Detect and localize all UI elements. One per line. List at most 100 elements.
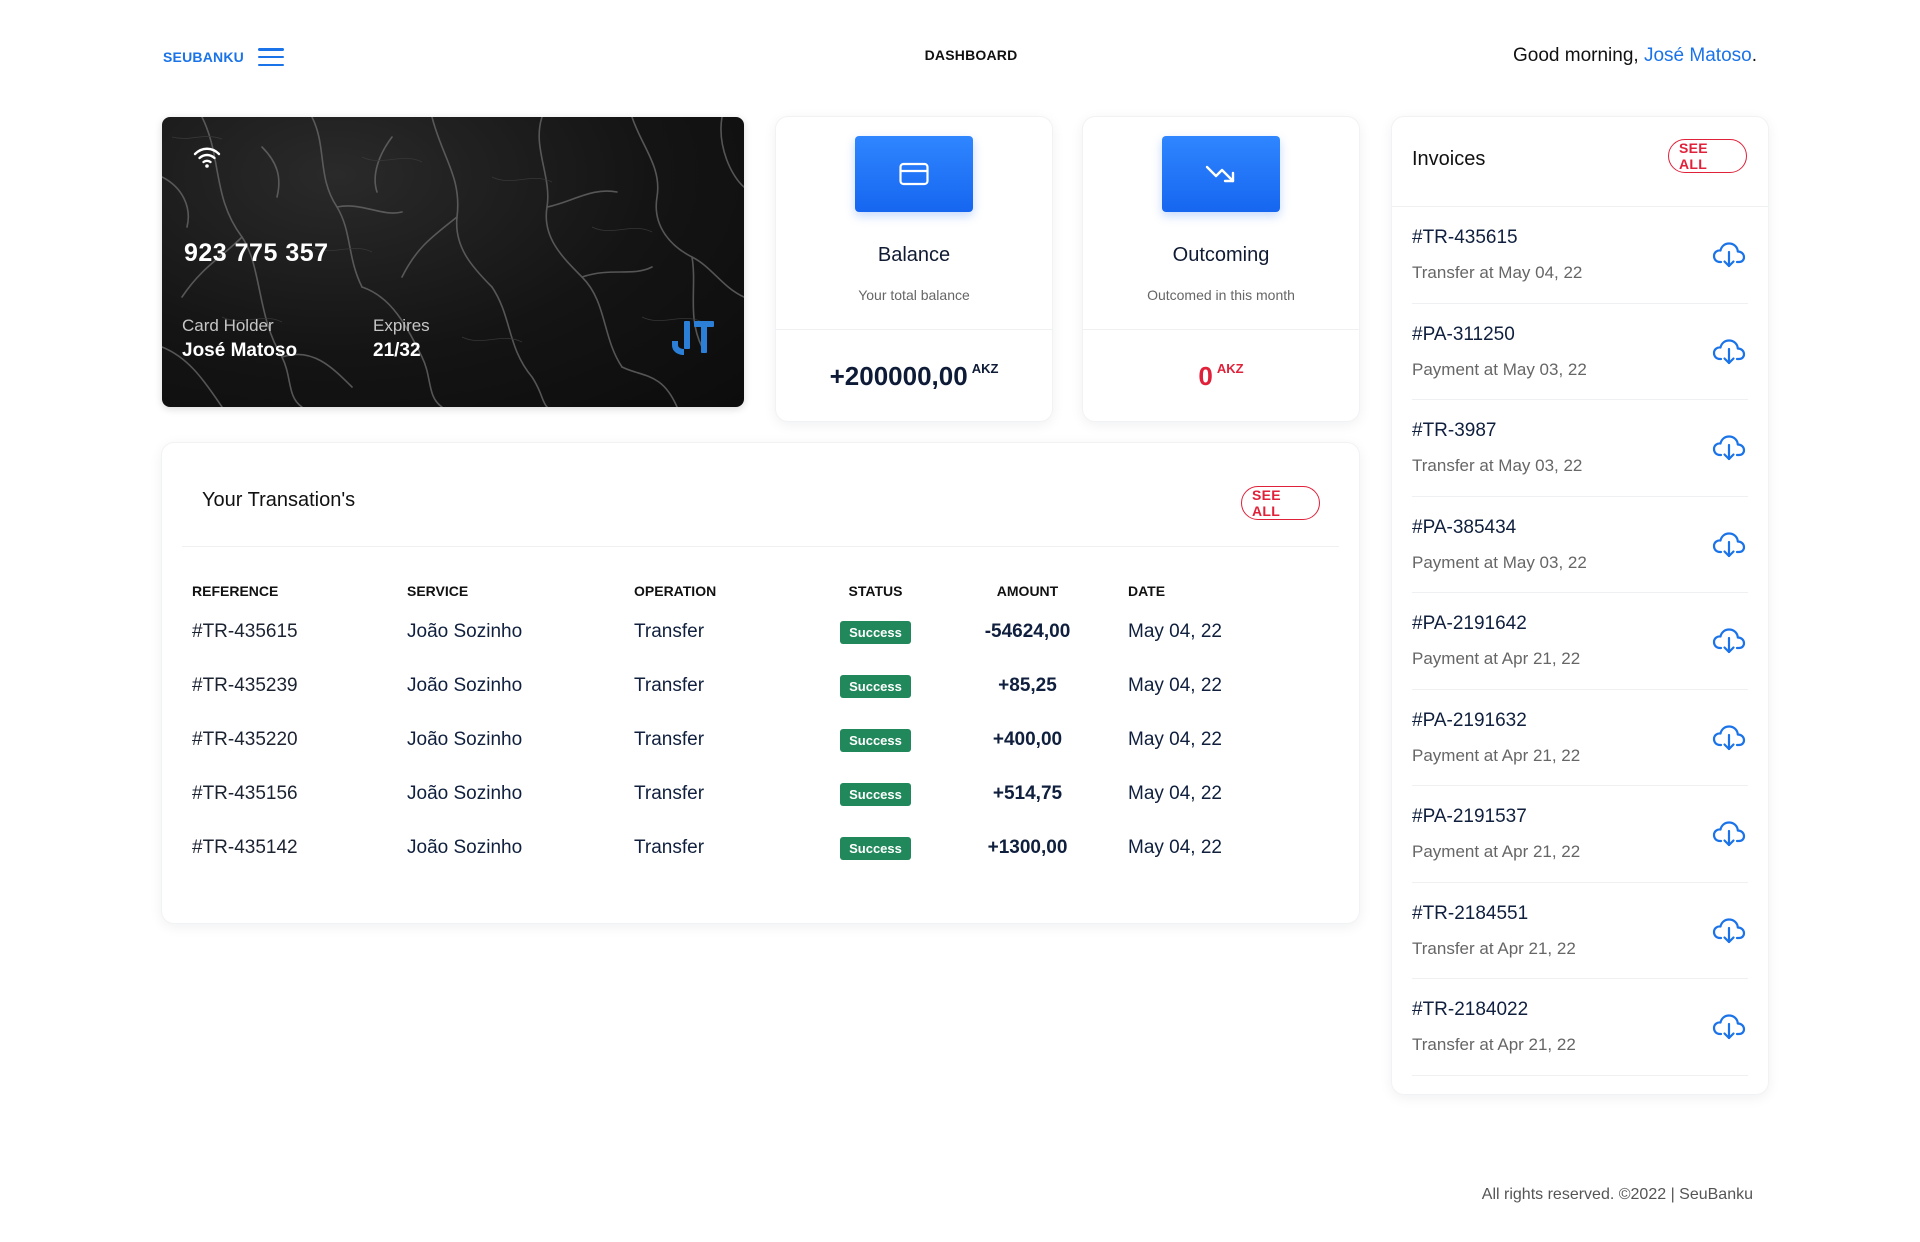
outcoming-amount: 0 — [1198, 361, 1213, 391]
expires-label: Expires — [373, 316, 430, 335]
expires-value: 21/32 — [373, 340, 421, 361]
divider — [1083, 329, 1359, 330]
invoice-reference: #TR-435615 — [1412, 227, 1518, 248]
download-cloud-icon[interactable] — [1712, 434, 1746, 462]
balance-value: +200000,00 AKZ — [776, 361, 1052, 392]
outcoming-title: Outcoming — [1172, 244, 1270, 266]
invoice-reference: #TR-2184551 — [1412, 902, 1529, 924]
invoice-item: #PA-2191642 Payment at Apr 21, 22 — [1412, 593, 1748, 690]
invoice-item: #TR-435615 Transfer at May 04, 22 — [1412, 207, 1748, 304]
invoice-item: #PA-311250 Payment at May 03, 22 — [1412, 304, 1748, 400]
invoice-item: #TR-2184022 Transfer at Apr 21, 22 — [1412, 979, 1748, 1076]
operation-cell: Transfer — [634, 621, 705, 642]
download-cloud-icon[interactable] — [1712, 241, 1746, 269]
date-cell: May 04, 22 — [1128, 675, 1222, 696]
transactions-table: REFERENCE SERVICE OPERATION STATUS AMOUN… — [192, 577, 1332, 875]
invoice-reference: #PA-385434 — [1412, 516, 1517, 538]
column-header-service: SERVICE — [407, 583, 469, 599]
invoice-reference: #PA-2191632 — [1412, 709, 1527, 731]
invoice-reference: #TR-2184022 — [1412, 999, 1529, 1020]
amount-cell: +85,25 — [998, 675, 1057, 696]
reference-cell: #TR-435156 — [192, 783, 298, 804]
invoice-description: Transfer at Apr 21, 22 — [1412, 938, 1576, 958]
column-header-date: DATE — [1128, 583, 1166, 599]
column-header-operation: OPERATION — [634, 583, 717, 599]
bank-card: 923 775 357 Card Holder José Matoso Expi… — [162, 117, 744, 407]
invoice-reference: #TR-3987 — [1412, 420, 1497, 441]
table-row[interactable]: #TR-435142 João Sozinho Transfer Success +13… — [192, 821, 1332, 875]
greeting-suffix: . — [1751, 45, 1757, 66]
table-row[interactable]: #TR-435156 João Sozinho Transfer Success +51… — [192, 767, 1332, 821]
reference-cell: #TR-435142 — [192, 837, 298, 858]
balance-title: Balance — [877, 244, 951, 266]
status-cell: Success — [802, 821, 949, 875]
outcoming-card: Outcoming Outcomed in this month 0 AKZ — [1083, 117, 1359, 421]
table-header-row: REFERENCE SERVICE OPERATION STATUS AMOUN… — [192, 577, 1332, 605]
invoice-description: Payment at May 03, 22 — [1412, 359, 1587, 379]
date-cell: May 04, 22 — [1128, 837, 1222, 858]
download-cloud-icon[interactable] — [1712, 820, 1746, 848]
status-cell: Success — [802, 659, 949, 713]
balance-card: Balance Your total balance +200000,00 AKZ — [776, 117, 1052, 421]
download-cloud-icon[interactable] — [1712, 724, 1746, 752]
invoice-description: Transfer at May 03, 22 — [1412, 456, 1583, 475]
amount-cell: -54624,00 — [984, 621, 1071, 642]
card-holder-name: José Matoso — [182, 340, 298, 361]
invoice-reference: #PA-2191537 — [1412, 806, 1527, 827]
date-cell: May 04, 22 — [1128, 621, 1222, 642]
card-number: 923 775 357 — [184, 239, 329, 267]
operation-cell: Transfer — [634, 837, 705, 858]
date-cell: May 04, 22 — [1128, 783, 1222, 804]
operation-cell: Transfer — [634, 783, 705, 804]
table-row[interactable]: #TR-435239 João Sozinho Transfer Success +85… — [192, 659, 1332, 713]
status-cell: Success — [802, 767, 949, 821]
service-cell: João Sozinho — [407, 675, 523, 696]
invoices-see-all-button[interactable]: SEE ALL — [1668, 139, 1747, 173]
trending-down-icon — [1162, 136, 1280, 212]
column-header-status: STATUS — [848, 583, 903, 599]
table-row[interactable]: #TR-435220 João Sozinho Transfer Success +40… — [192, 713, 1332, 767]
balance-amount: +200000,00 — [829, 361, 968, 391]
download-cloud-icon[interactable] — [1712, 627, 1746, 655]
status-cell: Success — [802, 605, 949, 659]
outcoming-subtitle: Outcomed in this month — [1147, 287, 1295, 303]
download-cloud-icon[interactable] — [1712, 531, 1746, 559]
invoice-reference: #PA-2191642 — [1412, 613, 1527, 634]
invoice-reference: #PA-311250 — [1412, 323, 1515, 345]
invoice-item: #TR-2184551 Transfer at Apr 21, 22 — [1412, 883, 1748, 979]
service-cell: João Sozinho — [407, 621, 523, 642]
card-brand-logo — [672, 321, 714, 355]
amount-cell: +1300,00 — [987, 837, 1068, 858]
divider — [182, 546, 1339, 547]
invoice-item: #PA-2191537 Payment at Apr 21, 22 — [1412, 786, 1748, 883]
greeting-prefix: Good morning, — [1513, 45, 1644, 66]
download-cloud-icon[interactable] — [1712, 338, 1746, 366]
reference-cell: #TR-435220 — [192, 729, 298, 750]
invoice-item: #PA-385434 Payment at May 03, 22 — [1412, 497, 1748, 593]
status-badge: Success — [840, 836, 911, 860]
divider — [776, 329, 1052, 330]
download-cloud-icon[interactable] — [1712, 917, 1746, 945]
invoices-card: Invoices SEE ALL #TR-435615 Transfer at M… — [1392, 117, 1768, 1094]
credit-card-icon — [855, 136, 973, 212]
service-cell: João Sozinho — [407, 837, 523, 858]
status-cell: Success — [802, 713, 949, 767]
transactions-title: Your Transation's — [202, 489, 356, 511]
operation-cell: Transfer — [634, 729, 705, 750]
greeting: Good morning, José Matoso. — [1513, 45, 1757, 67]
reference-cell: #TR-435239 — [192, 675, 298, 696]
user-name-link[interactable]: José Matoso — [1644, 45, 1752, 66]
invoice-description: Payment at May 03, 22 — [1412, 552, 1587, 572]
download-cloud-icon[interactable] — [1712, 1013, 1746, 1041]
balance-subtitle: Your total balance — [858, 287, 970, 303]
transactions-see-all-button[interactable]: SEE ALL — [1241, 486, 1320, 520]
operation-cell: Transfer — [634, 675, 705, 696]
outcoming-value: 0 AKZ — [1083, 361, 1359, 392]
invoice-description: Payment at Apr 21, 22 — [1412, 649, 1581, 668]
reference-cell: #TR-435615 — [192, 621, 298, 642]
invoice-description: Payment at Apr 21, 22 — [1412, 842, 1581, 861]
footer-copyright: All rights reserved. ©2022 | SeuBanku — [1481, 1186, 1753, 1203]
table-row[interactable]: #TR-435615 João Sozinho Transfer Success -54… — [192, 605, 1332, 659]
amount-cell: +514,75 — [992, 783, 1063, 804]
invoice-list: #TR-435615 Transfer at May 04, 22 #PA-3112… — [1412, 207, 1748, 1076]
